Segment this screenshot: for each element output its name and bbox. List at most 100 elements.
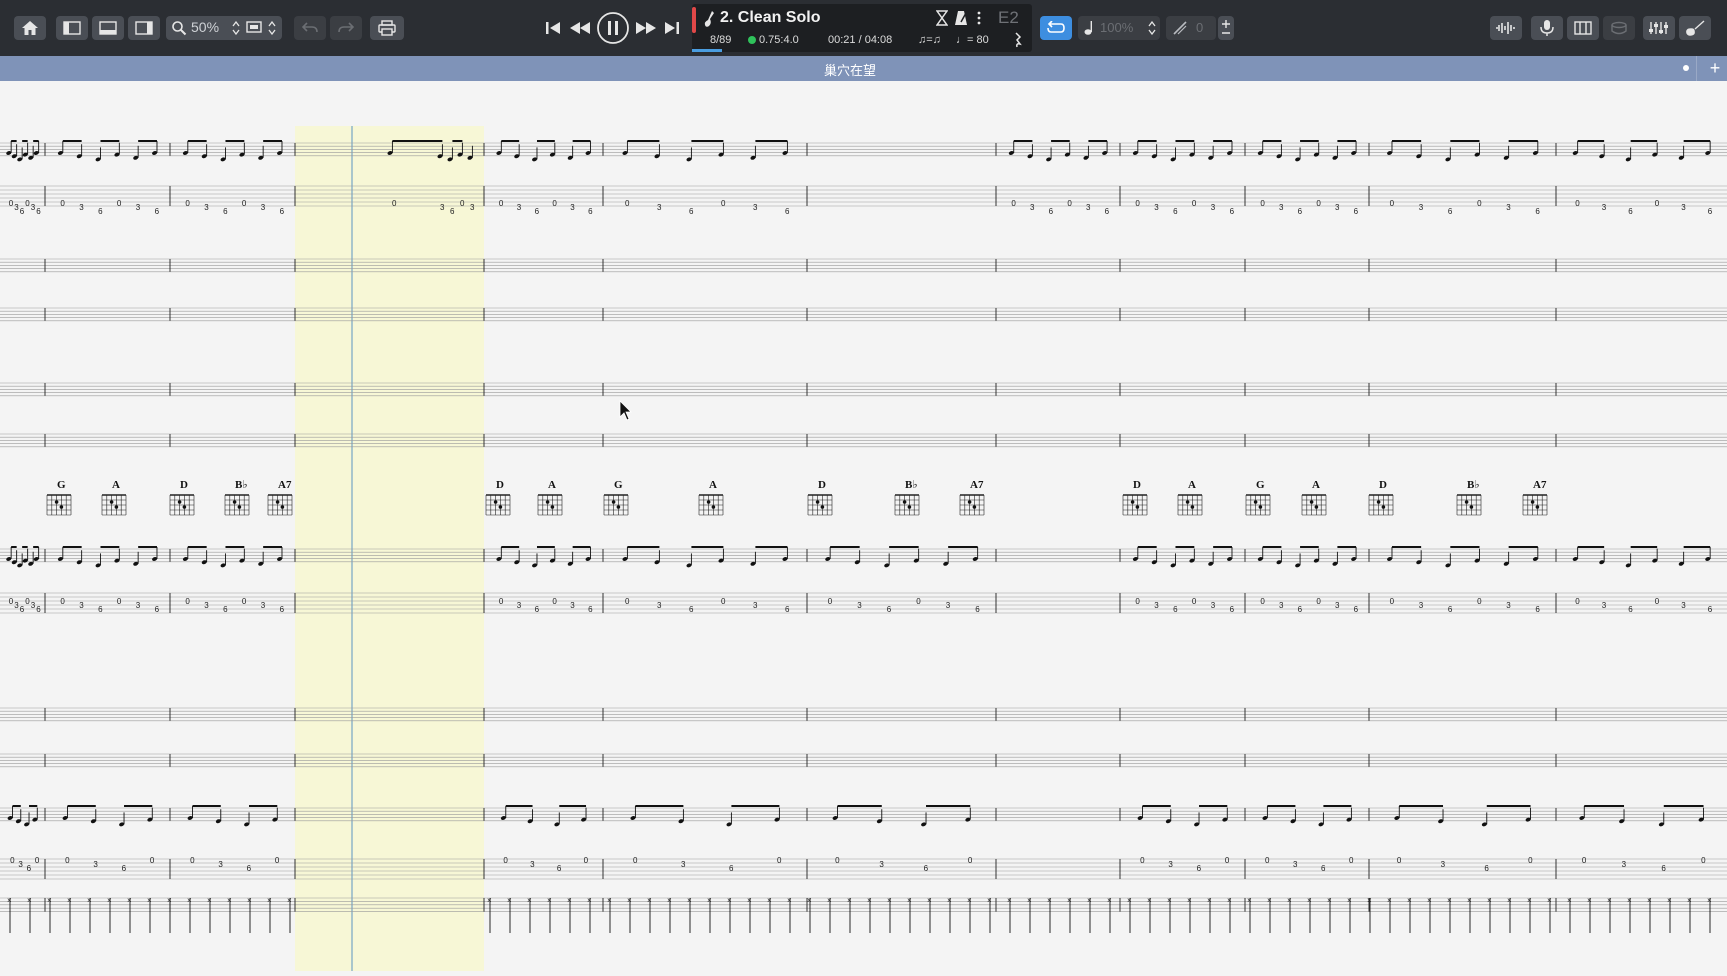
svg-text:0: 0: [1390, 199, 1395, 208]
svg-text:×: ×: [727, 896, 732, 905]
drum-button[interactable]: [1603, 16, 1635, 40]
score-canvas[interactable]: 0 3 60 3 60 3 60 3 60 3 60 3 60 3 60 3 60 3 60 3 60 3 60 3 60 3 60…: [0, 81, 1727, 971]
pause-icon: [597, 12, 629, 44]
svg-text:6: 6: [36, 605, 41, 614]
print-button[interactable]: [370, 16, 404, 40]
zoom-control[interactable]: 50%: [166, 16, 282, 40]
undo-icon: [302, 22, 318, 33]
speed-control[interactable]: 100%: [1078, 16, 1160, 40]
microphone-icon: [1540, 20, 1554, 36]
mouse-cursor-icon: [619, 400, 632, 421]
svg-text:×: ×: [1327, 896, 1332, 905]
svg-text:3: 3: [1419, 601, 1424, 610]
tempo-display: ♩= 80: [956, 34, 989, 46]
chord-name: D: [180, 479, 188, 491]
svg-text:3: 3: [879, 860, 884, 869]
fast-forward-button[interactable]: [633, 16, 659, 40]
waveform-button[interactable]: [1490, 16, 1522, 40]
svg-text:3: 3: [14, 203, 19, 212]
svg-text:0: 0: [1655, 597, 1660, 606]
page-view-icon[interactable]: [246, 20, 264, 36]
more-options-icon[interactable]: [977, 11, 981, 25]
svg-text:6: 6: [588, 605, 593, 614]
svg-text:6: 6: [1535, 207, 1540, 216]
svg-text:×: ×: [667, 896, 672, 905]
rewind-button[interactable]: [567, 16, 593, 40]
zoom-stepper-icon[interactable]: [232, 21, 240, 35]
loop-button[interactable]: [1040, 16, 1072, 40]
svg-text:3: 3: [79, 601, 84, 610]
svg-text:0: 0: [242, 597, 247, 606]
svg-text:×: ×: [1067, 896, 1072, 905]
track-name[interactable]: 2. Clean Solo: [720, 9, 820, 27]
plus-minus-button[interactable]: [1218, 16, 1234, 40]
pitch-control[interactable]: 0: [1166, 16, 1216, 40]
svg-text:×: ×: [967, 896, 972, 905]
undo-button[interactable]: [294, 16, 326, 40]
chord-name: G: [57, 479, 66, 491]
svg-text:×: ×: [1307, 896, 1312, 905]
panel-button[interactable]: [1567, 16, 1599, 40]
svg-text:6: 6: [557, 864, 562, 873]
svg-text:6: 6: [223, 207, 228, 216]
metronome-icon[interactable]: [954, 10, 968, 26]
selection-highlight: [295, 126, 484, 971]
svg-text:0: 0: [1316, 199, 1321, 208]
microphone-button[interactable]: [1531, 16, 1563, 40]
guitar-button[interactable]: [1679, 16, 1711, 40]
score-view[interactable]: 0360360360360360360360360360360360360360…: [0, 81, 1727, 971]
svg-text:×: ×: [107, 896, 112, 905]
svg-text:6: 6: [1708, 605, 1713, 614]
svg-text:3: 3: [31, 601, 36, 610]
svg-text:×: ×: [1147, 896, 1152, 905]
svg-text:0: 0: [1067, 199, 1072, 208]
pause-button[interactable]: [596, 11, 630, 45]
svg-text:×: ×: [7, 896, 12, 905]
hourglass-icon[interactable]: [936, 10, 948, 26]
zoom-icon: [172, 21, 187, 36]
svg-text:×: ×: [887, 896, 892, 905]
bar-counter: 8/89: [710, 34, 732, 46]
svg-text:0: 0: [633, 856, 638, 865]
skip-start-button[interactable]: [542, 16, 564, 40]
svg-text:6: 6: [155, 605, 160, 614]
svg-text:×: ×: [567, 896, 572, 905]
svg-text:3: 3: [136, 601, 141, 610]
mixer-button[interactable]: [1643, 16, 1675, 40]
svg-text:3: 3: [18, 860, 23, 869]
layout-bottom-button[interactable]: [92, 16, 124, 40]
add-tab-button[interactable]: +: [1703, 57, 1727, 80]
svg-text:×: ×: [1527, 896, 1532, 905]
svg-text:×: ×: [707, 896, 712, 905]
svg-text:3: 3: [1335, 601, 1340, 610]
skip-start-icon: [546, 22, 560, 34]
layout-left-button[interactable]: [56, 16, 88, 40]
svg-text:×: ×: [147, 896, 152, 905]
svg-text:3: 3: [1506, 203, 1511, 212]
svg-text:3: 3: [218, 860, 223, 869]
svg-text:3: 3: [1681, 601, 1686, 610]
chord-name: B♭: [1467, 479, 1480, 491]
zoom-value: 50%: [191, 19, 220, 35]
svg-text:3: 3: [1293, 860, 1298, 869]
svg-text:×: ×: [1267, 896, 1272, 905]
svg-text:0: 0: [1477, 199, 1482, 208]
svg-text:0: 0: [1582, 856, 1587, 865]
redo-button[interactable]: [330, 16, 362, 40]
svg-text:3: 3: [657, 601, 662, 610]
svg-text:6: 6: [975, 605, 980, 614]
skip-end-button[interactable]: [661, 16, 683, 40]
bar-lines: [44, 143, 1557, 912]
fast-forward-icon: [636, 22, 656, 34]
svg-text:6: 6: [1448, 605, 1453, 614]
svg-text:6: 6: [1708, 207, 1713, 216]
page-view-stepper-icon[interactable]: [268, 21, 276, 35]
svg-text:6: 6: [1230, 605, 1235, 614]
svg-text:×: ×: [207, 896, 212, 905]
layout-right-button[interactable]: [128, 16, 160, 40]
svg-text:0: 0: [1575, 199, 1580, 208]
svg-text:3: 3: [753, 203, 758, 212]
home-button[interactable]: [14, 16, 46, 40]
speed-stepper-icon[interactable]: [1148, 21, 1156, 35]
svg-text:3: 3: [470, 203, 475, 212]
